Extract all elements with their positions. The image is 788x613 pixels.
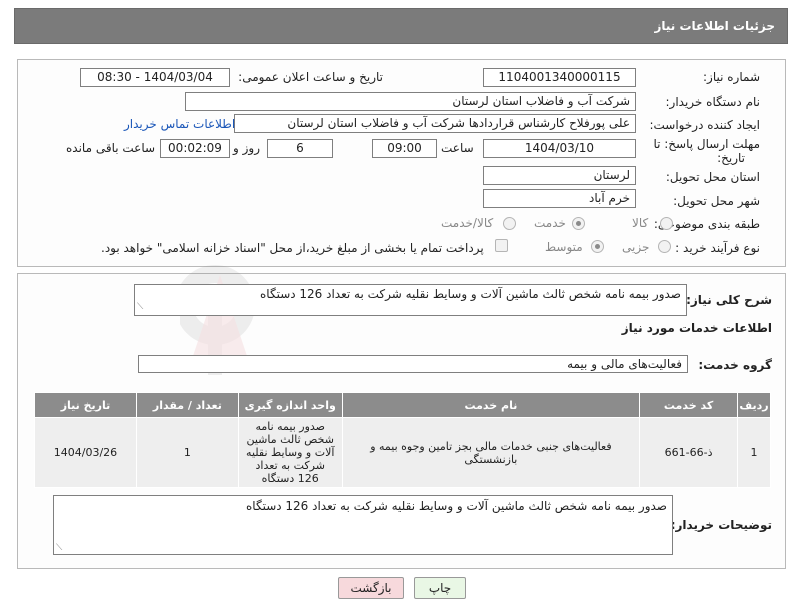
page-title: جزئیات اطلاعات نیاز (654, 19, 775, 33)
col-row: ردیف (737, 392, 771, 418)
buyer-org-label: نام دستگاه خریدار: (665, 95, 761, 109)
purchase-option-medium: متوسط (545, 240, 583, 254)
col-name: نام خدمت (341, 392, 641, 418)
city-label: شهر محل تحویل: (673, 194, 760, 208)
category-radio-service[interactable] (572, 217, 585, 230)
cell-code: ذ-66-661 (639, 417, 739, 488)
purchase-type-label: نوع فرآیند خرید : (675, 241, 760, 255)
province-label: استان محل تحویل: (665, 170, 760, 184)
category-option-service: خدمت (534, 216, 566, 230)
purchase-option-minor: جزیی (622, 240, 650, 254)
cell-row: 1 (737, 417, 771, 488)
requester-field[interactable]: علی پورفلاح کارشناس قراردادها شرکت آب و … (234, 114, 636, 133)
deadline-label-2: تاریخ: (717, 151, 745, 165)
need-number-label: شماره نیاز: (703, 70, 760, 84)
remaining-days-field[interactable]: 6 (267, 139, 333, 158)
announce-label: تاریخ و ساعت اعلان عمومی: (238, 70, 383, 84)
category-option-goods-service: کالا/خدمت (441, 216, 494, 230)
services-table-header: ردیف کد خدمت نام خدمت واحد اندازه گیری ت… (34, 392, 771, 418)
days-label: روز و (233, 141, 260, 155)
service-group-field[interactable]: فعالیت‌های مالی و بیمه (138, 355, 688, 373)
print-button[interactable]: چاپ (414, 577, 466, 599)
category-radio-goods[interactable] (660, 217, 673, 230)
buyer-org-field[interactable]: شرکت آب و فاضلاب استان لرستان (185, 92, 636, 111)
notes-resize-icon: ⟋ (56, 543, 63, 553)
remaining-time-field[interactable]: 00:02:09 (160, 139, 230, 158)
services-section-title: اطلاعات خدمات مورد نیاز (621, 321, 772, 335)
back-button[interactable]: بازگشت (338, 577, 404, 599)
buyer-contact-link[interactable]: اطلاعات تماس خریدار (124, 117, 235, 131)
col-unit: واحد اندازه گیری (237, 392, 343, 418)
buyer-notes-label: توضیحات خریدار: (670, 518, 772, 532)
summary-resize-icon: ⟋ (137, 302, 144, 312)
category-radio-goods-service[interactable] (503, 217, 516, 230)
buyer-notes-textarea[interactable]: صدور بیمه نامه شخص ثالث ماشین آلات و وسا… (53, 495, 673, 555)
service-group-label: گروه خدمت: (698, 358, 772, 372)
purchase-radio-minor[interactable] (658, 240, 671, 253)
col-code: کد خدمت (639, 392, 739, 418)
treasury-payment-note: پرداخت تمام یا بخشی از مبلغ خرید،از محل … (101, 241, 484, 255)
city-field[interactable]: خرم آباد (483, 189, 636, 208)
announce-field[interactable]: 1404/03/04 - 08:30 (80, 68, 230, 87)
deadline-label-1: مهلت ارسال پاسخ: تا (653, 137, 760, 151)
category-option-goods: کالا (632, 216, 649, 230)
col-qty: تعداد / مقدار (135, 392, 239, 418)
deadline-date-field[interactable]: 1404/03/10 (483, 139, 636, 158)
need-info-panel (17, 59, 786, 267)
cell-unit: صدور بیمه نامه شخص ثالث ماشین آلات و وسا… (237, 417, 343, 488)
summary-textarea[interactable]: صدور بیمه نامه شخص ثالث ماشین آلات و وسا… (134, 284, 687, 316)
remaining-label: ساعت باقی مانده (66, 141, 156, 155)
cell-qty: 1 (135, 417, 239, 488)
treasury-payment-checkbox[interactable] (495, 239, 508, 252)
page-header: جزئیات اطلاعات نیاز (14, 8, 788, 44)
province-field[interactable]: لرستان (483, 166, 636, 185)
services-table: ردیف کد خدمت نام خدمت واحد اندازه گیری ت… (34, 392, 771, 488)
requester-label: ایجاد کننده درخواست: (649, 118, 760, 132)
table-row: 1 ذ-66-661 فعالیت‌های جنبی خدمات مالی بج… (34, 417, 771, 488)
purchase-radio-medium[interactable] (591, 240, 604, 253)
deadline-time-field[interactable]: 09:00 (372, 139, 437, 158)
summary-label: شرح کلی نیاز: (686, 293, 772, 307)
cell-name: فعالیت‌های جنبی خدمات مالی بجز تامین وجو… (341, 417, 641, 488)
col-date: تاریخ نیاز (34, 392, 137, 418)
cell-date: 1404/03/26 (34, 417, 137, 488)
need-number-field[interactable]: 1104001340000115 (483, 68, 636, 87)
deadline-time-label: ساعت (441, 141, 474, 155)
